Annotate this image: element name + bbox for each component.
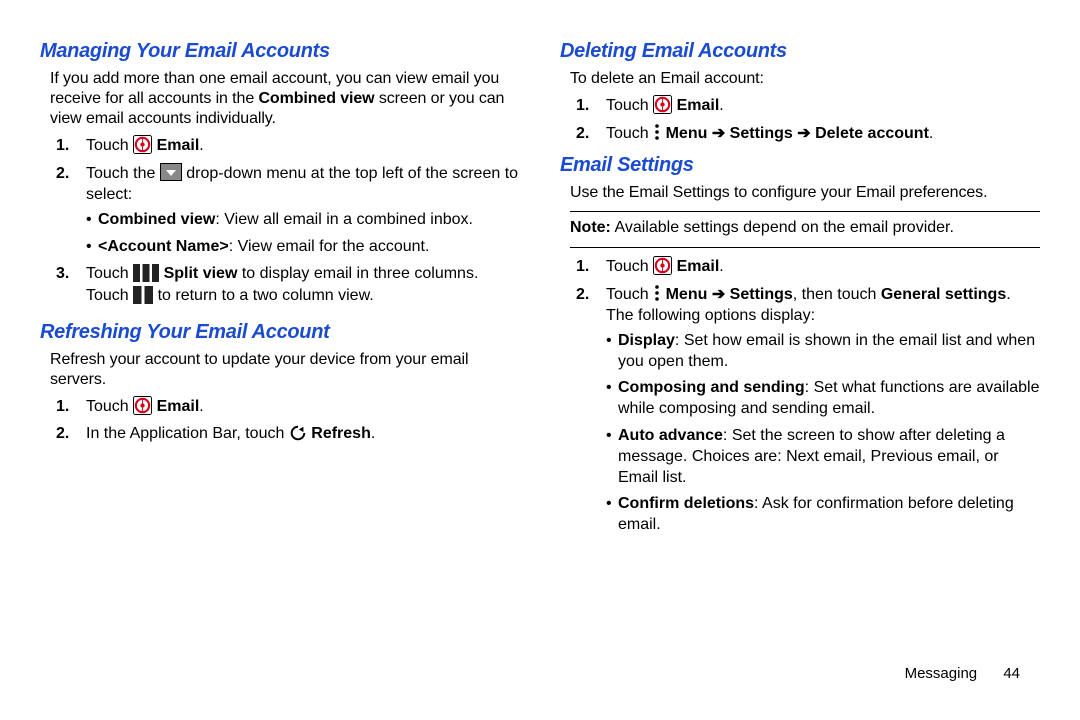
bold-delete-account: Delete account — [811, 125, 929, 142]
heading-refreshing: Refreshing Your Email Account — [40, 321, 520, 344]
left-column: Managing Your Email Accounts If you add … — [40, 40, 520, 680]
bullet-confirm-deletions: Confirm deletions: Ask for confirmation … — [606, 494, 1040, 536]
footer-section: Messaging — [905, 665, 978, 682]
bold-email: Email — [157, 398, 200, 415]
step-2: Touch Menu ➔ Settings, then touch Genera… — [606, 284, 1040, 536]
bold-auto-advance: Auto advance — [618, 427, 723, 444]
bold-split-view: Split view — [164, 265, 238, 282]
arrow-icon: ➔ — [712, 286, 725, 303]
text: Touch the — [86, 165, 160, 182]
note-divider — [570, 211, 1040, 212]
page: Managing Your Email Accounts If you add … — [0, 0, 1080, 690]
text: , then touch — [793, 286, 881, 303]
bold-settings: Settings — [725, 125, 797, 142]
bold-settings: Settings — [725, 286, 793, 303]
deleting-steps: Touch Email. Touch Menu ➔ Settings ➔ Del… — [560, 95, 1040, 144]
email-app-icon — [653, 94, 672, 116]
text: . — [719, 258, 723, 275]
bullet-account-name: <Account Name>: View email for the accou… — [86, 237, 520, 258]
step-2: Touch the drop-down menu at the top left… — [86, 163, 520, 258]
bullet-combined-view: Combined view: View all email in a combi… — [86, 210, 520, 231]
email-app-icon — [133, 134, 152, 156]
step-1: Touch Email. — [86, 135, 520, 157]
managing-steps: Touch Email. Touch the drop-down menu at… — [40, 135, 520, 307]
step-2: In the Application Bar, touch Refresh. — [86, 423, 520, 445]
text: Touch — [86, 265, 133, 282]
bold-email: Email — [677, 97, 720, 114]
step-1: Touch Email. — [86, 396, 520, 418]
bold-combined-view: Combined view — [98, 211, 215, 228]
step-1: Touch Email. — [606, 256, 1040, 278]
step-1: Touch Email. — [606, 95, 1040, 117]
bullet-composing: Composing and sending: Set what function… — [606, 378, 1040, 420]
text: Touch — [86, 398, 133, 415]
text: : Set how email is shown in the email li… — [618, 332, 1035, 370]
refresh-intro: Refresh your account to update your devi… — [40, 350, 520, 390]
settings-steps: Touch Email. Touch Menu ➔ Settings, then… — [560, 256, 1040, 536]
settings-bullets: Display: Set how email is shown in the e… — [606, 331, 1040, 536]
bold-display: Display — [618, 332, 675, 349]
menu-icon — [653, 122, 661, 144]
menu-icon — [653, 283, 661, 305]
note: Note: Available settings depend on the e… — [560, 218, 1040, 239]
heading-managing: Managing Your Email Accounts — [40, 40, 520, 63]
step-2: Touch Menu ➔ Settings ➔ Delete account. — [606, 123, 1040, 145]
right-column: Deleting Email Accounts To delete an Ema… — [560, 40, 1040, 680]
managing-intro: If you add more than one email account, … — [40, 69, 520, 129]
bold-combined-view: Combined view — [258, 90, 374, 107]
bullet-auto-advance: Auto advance: Set the screen to show aft… — [606, 426, 1040, 488]
bold-account-name: <Account Name> — [98, 238, 229, 255]
bold-menu: Menu — [666, 125, 712, 142]
text: : View email for the account. — [229, 238, 430, 255]
step-3: Touch Split view to display email in thr… — [86, 263, 520, 306]
text: . — [719, 97, 723, 114]
text: Touch — [86, 137, 133, 154]
text: . — [199, 137, 203, 154]
text: . — [929, 125, 933, 142]
refresh-steps: Touch Email. In the Application Bar, tou… — [40, 396, 520, 445]
text: Touch — [606, 97, 653, 114]
dropdown-icon — [160, 162, 182, 184]
footer-page-number: 44 — [1003, 665, 1020, 682]
email-app-icon — [133, 395, 152, 417]
settings-intro: Use the Email Settings to configure your… — [560, 183, 1040, 203]
bold-general-settings: General settings — [881, 286, 1006, 303]
text: Touch — [606, 286, 653, 303]
bold-menu: Menu — [666, 286, 712, 303]
refresh-icon — [289, 422, 307, 444]
heading-email-settings: Email Settings — [560, 154, 1040, 177]
note-label: Note: — [570, 219, 611, 236]
text: In the Application Bar, touch — [86, 425, 289, 442]
page-footer: Messaging 44 — [905, 665, 1020, 682]
arrow-icon: ➔ — [797, 125, 810, 142]
bold-email: Email — [677, 258, 720, 275]
text: Touch — [606, 125, 653, 142]
note-text: Available settings depend on the email p… — [611, 219, 954, 236]
text: . — [199, 398, 203, 415]
step-2-bullets: Combined view: View all email in a combi… — [86, 210, 520, 258]
text: . — [371, 425, 375, 442]
split-view-two-icon — [133, 284, 153, 306]
heading-deleting: Deleting Email Accounts — [560, 40, 1040, 63]
note-divider — [570, 247, 1040, 248]
text: to return to a two column view. — [158, 287, 374, 304]
deleting-intro: To delete an Email account: — [560, 69, 1040, 89]
bold-refresh: Refresh — [311, 425, 371, 442]
bold-email: Email — [157, 137, 200, 154]
text: Touch — [606, 258, 653, 275]
email-app-icon — [653, 255, 672, 277]
split-view-three-icon — [133, 262, 159, 284]
arrow-icon: ➔ — [712, 125, 725, 142]
text: : View all email in a combined inbox. — [215, 211, 473, 228]
bullet-display: Display: Set how email is shown in the e… — [606, 331, 1040, 373]
bold-composing: Composing and sending — [618, 379, 805, 396]
bold-confirm-deletions: Confirm deletions — [618, 495, 754, 512]
